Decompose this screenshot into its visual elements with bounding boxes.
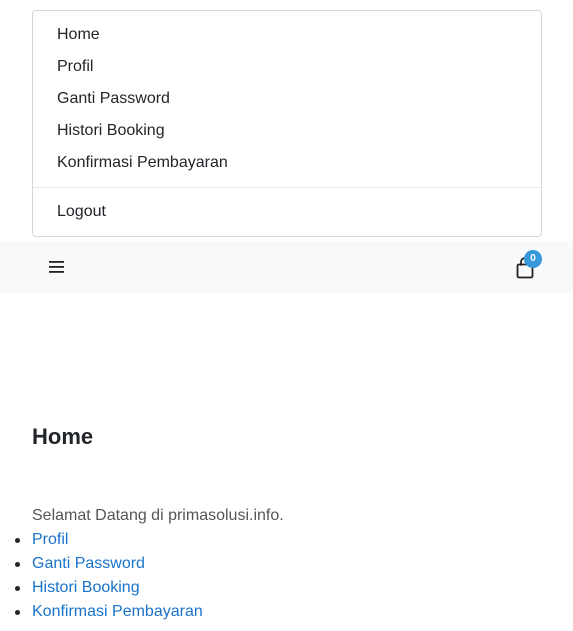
menu-item-logout[interactable]: Logout [33, 196, 541, 228]
menu-item-home[interactable]: Home [33, 19, 541, 51]
link-ganti-password[interactable]: Ganti Password [32, 555, 145, 572]
bullet-icon [15, 562, 20, 567]
cart-count-badge: 0 [524, 250, 542, 268]
link-histori-booking[interactable]: Histori Booking [32, 579, 140, 596]
menu-item-ganti-password[interactable]: Ganti Password [33, 83, 541, 115]
list-item: Ganti Password [0, 552, 203, 576]
welcome-message: Selamat Datang di primasolusi.info. [32, 507, 284, 524]
menu-divider [33, 187, 541, 188]
page-title: Home [32, 424, 94, 449]
list-item: Profil [0, 528, 203, 552]
navbar [0, 241, 573, 293]
link-profil[interactable]: Profil [32, 531, 68, 548]
hamburger-icon[interactable] [49, 260, 65, 274]
bullet-icon [15, 610, 20, 615]
link-konfirmasi-pembayaran[interactable]: Konfirmasi Pembayaran [32, 603, 203, 620]
user-dropdown-menu: Home Profil Ganti Password Histori Booki… [32, 10, 542, 237]
menu-item-histori-booking[interactable]: Histori Booking [33, 115, 541, 147]
menu-item-profil[interactable]: Profil [33, 51, 541, 83]
bullet-icon [15, 586, 20, 591]
menu-item-konfirmasi-pembayaran[interactable]: Konfirmasi Pembayaran [33, 147, 541, 179]
list-item: Konfirmasi Pembayaran [0, 600, 203, 624]
bullet-icon [15, 538, 20, 543]
list-item: Histori Booking [0, 576, 203, 600]
quick-links-list: Profil Ganti Password Histori Booking Ko… [0, 528, 203, 624]
